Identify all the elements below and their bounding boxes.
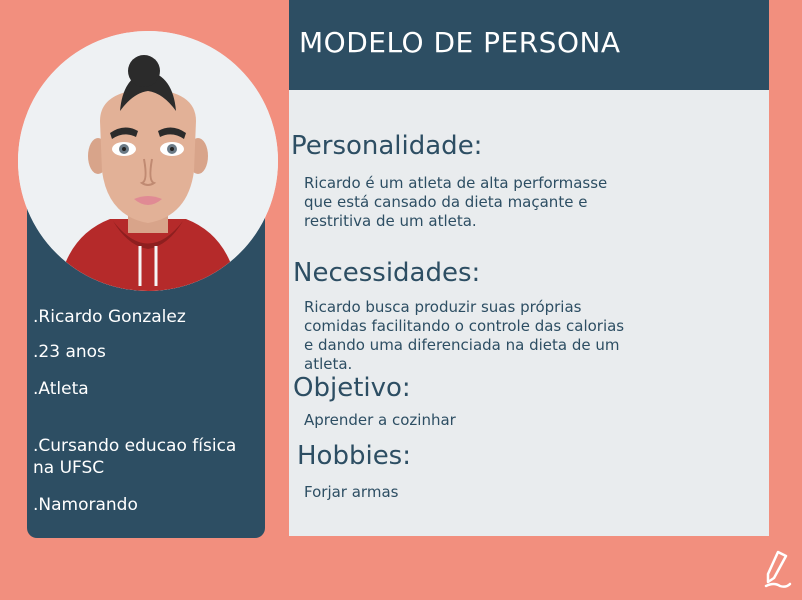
heading-necessidades: Necessidades: xyxy=(293,258,481,288)
heading-hobbies: Hobbies: xyxy=(297,441,411,471)
profile-education: .Cursando educao física na UFSC xyxy=(33,436,237,478)
text-necessidades: Ricardo busca produzir suas próprias com… xyxy=(304,298,625,373)
profile-name: .Ricardo Gonzalez xyxy=(33,307,186,327)
text-personalidade: Ricardo é um atleta de alta performasse … xyxy=(304,174,608,230)
heading-objetivo: Objetivo: xyxy=(293,373,411,403)
profile-age: .23 anos xyxy=(33,342,106,362)
heading-personalidade: Personalidade: xyxy=(291,131,483,161)
profile-occupation: .Atleta xyxy=(33,379,89,399)
profile-relationship: .Namorando xyxy=(33,495,138,515)
title-bar: MODELO DE PERSONA xyxy=(289,0,769,90)
page-title: MODELO DE PERSONA xyxy=(299,26,621,59)
pen-icon xyxy=(764,550,792,588)
text-objetivo: Aprender a cozinhar xyxy=(304,411,456,429)
avatar xyxy=(18,31,278,291)
text-hobbies: Forjar armas xyxy=(304,483,399,501)
person-avatar-icon xyxy=(18,31,278,291)
